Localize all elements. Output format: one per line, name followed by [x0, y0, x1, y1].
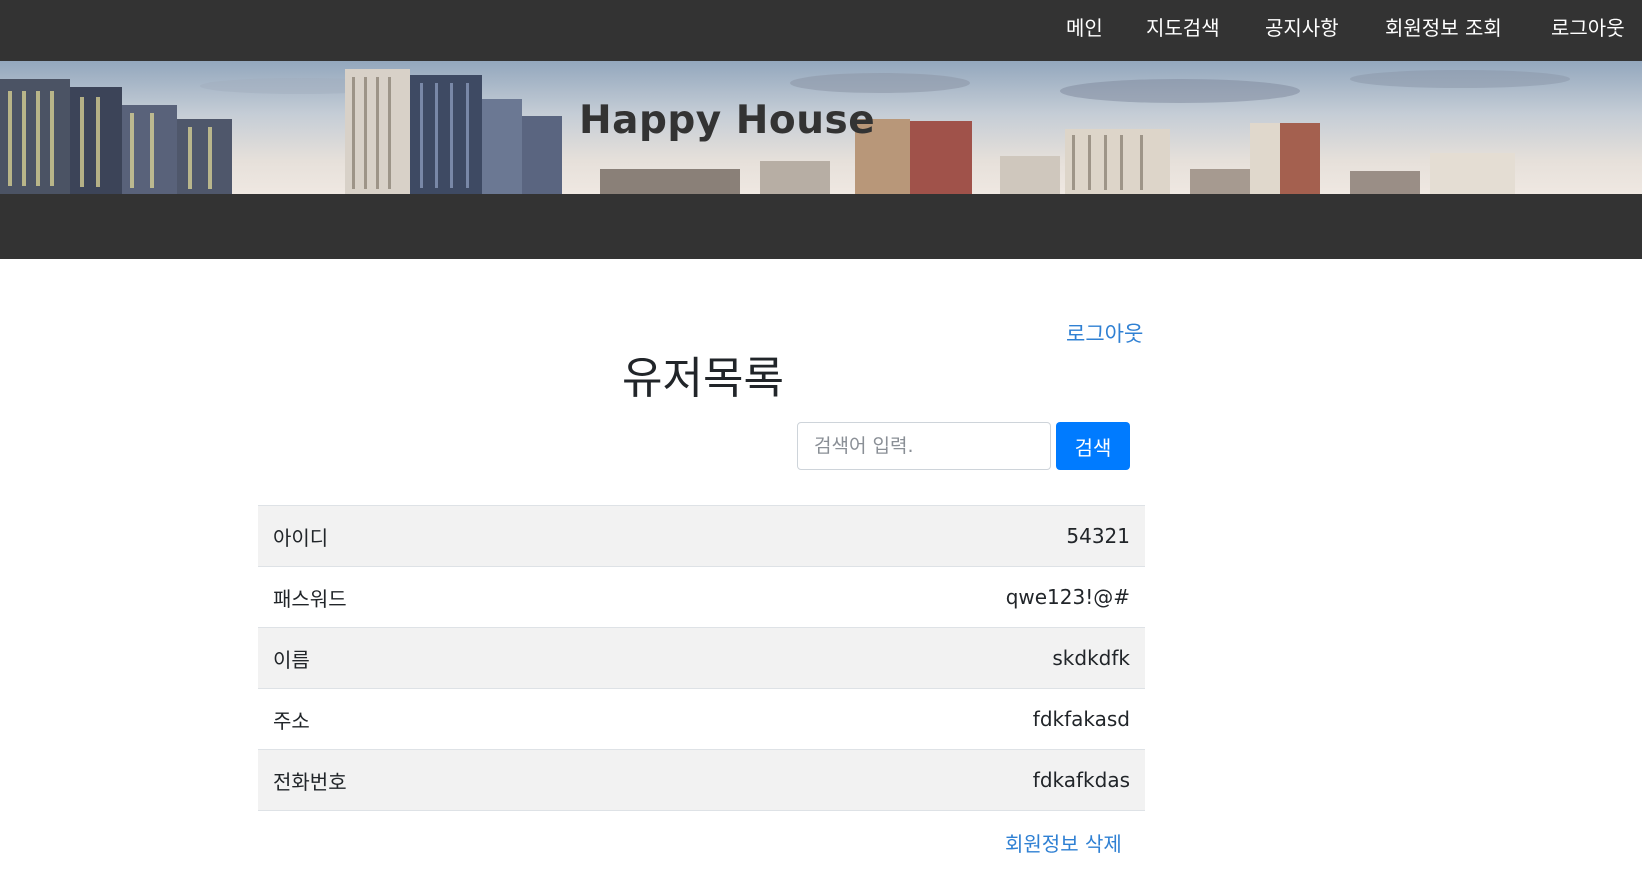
- field-value: skdkdfk: [1052, 646, 1130, 670]
- field-label: 주소: [273, 708, 310, 733]
- table-row: 전화번호 fdkafkdas: [258, 749, 1145, 811]
- search-button[interactable]: 검색: [1056, 422, 1130, 470]
- field-value: 54321: [1066, 524, 1130, 548]
- hero-banner: Happy House: [0, 61, 1642, 194]
- header-band: [0, 194, 1642, 259]
- table-row: 패스워드 qwe123!@#: [258, 566, 1145, 628]
- table-row: 주소 fdkfakasd: [258, 688, 1145, 750]
- logout-link[interactable]: 로그아웃: [1066, 318, 1143, 348]
- nav-item-logout[interactable]: 로그아웃: [1551, 0, 1625, 57]
- nav-item-main[interactable]: 메인: [1066, 0, 1103, 57]
- table-row: 아이디 54321: [258, 505, 1145, 567]
- nav-item-member-info[interactable]: 회원정보 조회: [1385, 0, 1502, 57]
- field-label: 전화번호: [273, 769, 347, 794]
- table-row: 이름 skdkdfk: [258, 627, 1145, 689]
- field-label: 아이디: [273, 525, 329, 550]
- field-value: fdkfakasd: [1032, 707, 1130, 731]
- field-label: 이름: [273, 647, 310, 672]
- nav-item-map-search[interactable]: 지도검색: [1146, 0, 1220, 57]
- user-info-table: 아이디 54321 패스워드 qwe123!@# 이름 skdkdfk 주소 f…: [258, 505, 1145, 811]
- search-input[interactable]: [797, 422, 1051, 470]
- page-title: 유저목록: [622, 353, 784, 404]
- field-value: qwe123!@#: [1005, 585, 1130, 609]
- delete-member-link[interactable]: 회원정보 삭제: [1005, 828, 1122, 857]
- field-label: 패스워드: [273, 586, 347, 611]
- site-title: Happy House: [579, 98, 876, 143]
- field-value: fdkafkdas: [1032, 768, 1130, 792]
- top-navbar: 메인 지도검색 공지사항 회원정보 조회 로그아웃: [0, 0, 1642, 61]
- nav-item-notice[interactable]: 공지사항: [1265, 0, 1339, 57]
